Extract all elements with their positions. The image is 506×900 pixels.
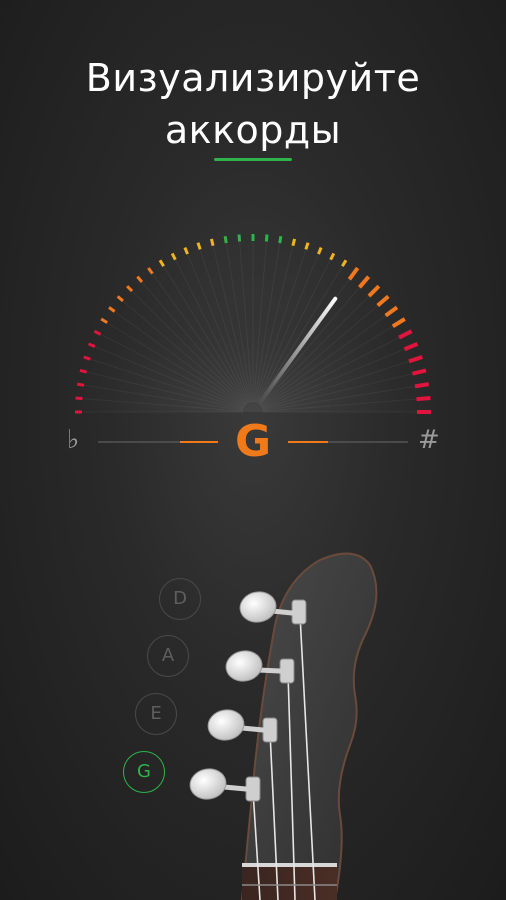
gauge-tick xyxy=(75,396,83,401)
gauge-tick xyxy=(83,355,91,361)
gauge-tick xyxy=(196,242,202,250)
fretboard xyxy=(242,865,337,900)
gauge-tick xyxy=(416,396,431,402)
string-button-g[interactable]: G xyxy=(123,751,165,793)
gauge-tick xyxy=(291,238,297,247)
headline-underline xyxy=(214,158,292,161)
flat-icon: ♭ xyxy=(67,425,80,455)
sharp-icon: # xyxy=(418,425,440,455)
gauge-tick xyxy=(76,382,85,387)
gauge-tick xyxy=(414,382,430,389)
nut xyxy=(242,863,337,867)
gauge-tick xyxy=(278,235,283,244)
gauge-tick xyxy=(209,238,215,247)
gauge-tick xyxy=(304,242,310,250)
gauge-tick xyxy=(223,235,228,244)
headline: Визуализируйте аккорды xyxy=(0,52,506,156)
gauge-tick xyxy=(264,234,269,242)
current-note: G xyxy=(234,416,272,467)
guitar-headstock-icon xyxy=(189,552,378,900)
string-button-e[interactable]: E xyxy=(135,693,177,735)
headline-line-1: Визуализируйте xyxy=(85,56,421,100)
gauge-tick xyxy=(79,368,88,374)
headline-line-2: аккорды xyxy=(164,108,342,152)
gauge-tick xyxy=(237,234,242,242)
